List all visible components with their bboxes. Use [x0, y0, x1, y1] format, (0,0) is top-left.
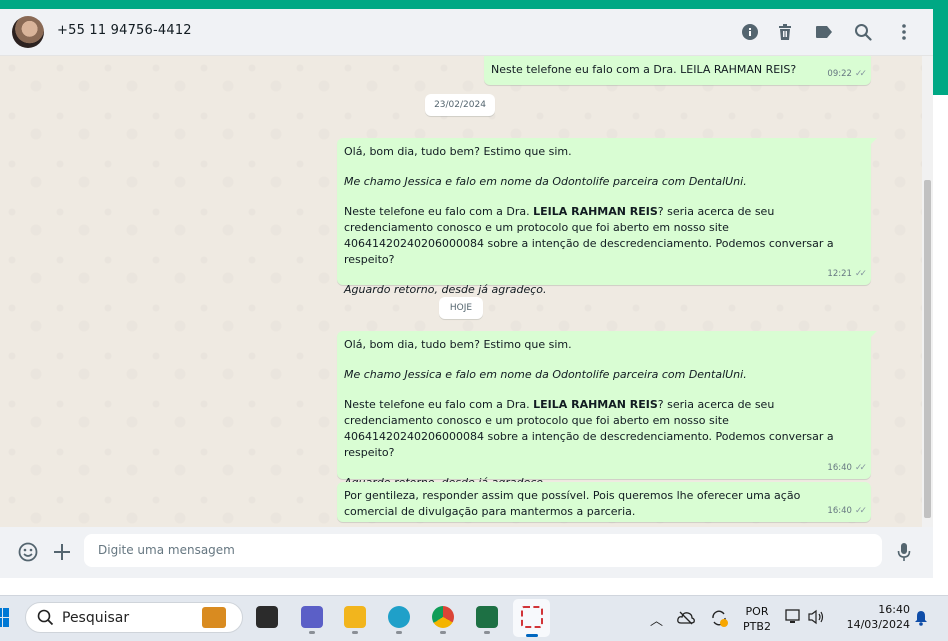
double-check-icon: ✓✓	[854, 463, 867, 473]
double-check-icon: ✓✓	[854, 69, 867, 79]
keyboard-layout: PTB2	[743, 620, 771, 633]
contact-avatar[interactable]	[12, 16, 44, 48]
message-list[interactable]: Neste telefone eu falo com a Dra. LEILA …	[0, 56, 922, 527]
message-closing: Aguardo retorno, desde já agradeço.	[344, 283, 547, 296]
taskbar-search-label: Pesquisar	[62, 609, 130, 626]
window-bottom-gap	[0, 578, 948, 595]
chat-header: +55 11 94756-4412	[0, 9, 933, 56]
message-time: 09:22	[827, 69, 852, 79]
message-bubble[interactable]: Neste telefone eu falo com a Dra. LEILA …	[484, 56, 871, 85]
whatsapp-app: +55 11 94756-4412 Neste telefone eu falo…	[0, 9, 933, 578]
notification-bell-icon[interactable]	[914, 610, 928, 630]
language-code: POR	[745, 605, 769, 618]
message-meta: 12:21 ✓✓	[827, 266, 867, 282]
message-meta: 16:40 ✓✓	[827, 460, 867, 476]
menu-icon[interactable]	[895, 23, 913, 41]
running-indicator	[440, 631, 446, 634]
windows-taskbar: Pesquisar ︿ POR PTB2 16:40 14/03/2024	[0, 595, 948, 641]
bubble-tail	[869, 138, 877, 146]
date-divider-label: 23/02/2024	[434, 100, 486, 110]
message-text: Por gentileza, responder assim que possí…	[344, 489, 804, 518]
message-text: Neste telefone eu falo com a Dra. LEILA …	[491, 63, 797, 76]
snipping-tool-active[interactable]	[513, 599, 550, 637]
message-meta: 16:40 ✓✓	[827, 503, 867, 519]
task-view-icon[interactable]	[256, 606, 278, 628]
message-meta: 09:22 ✓✓	[827, 66, 867, 82]
briefcase-icon	[202, 607, 226, 628]
windows-start-icon[interactable]	[0, 608, 10, 632]
cloud-offline-icon[interactable]	[677, 610, 695, 629]
language-indicator[interactable]: POR PTB2	[740, 604, 774, 634]
running-indicator	[309, 631, 315, 634]
message-body: Neste telefone eu falo com a Dra. LEILA …	[344, 398, 838, 459]
running-indicator	[352, 631, 358, 634]
active-indicator	[526, 634, 538, 637]
message-body: Neste telefone eu falo com a Dra. LEILA …	[344, 205, 838, 266]
attach-plus-icon[interactable]	[53, 543, 71, 565]
chat-scrollbar[interactable]	[922, 56, 933, 527]
teams-icon[interactable]	[301, 606, 323, 628]
date-divider: HOJE	[439, 297, 483, 319]
sync-alert-icon[interactable]	[709, 608, 729, 632]
double-check-icon: ✓✓	[854, 269, 867, 279]
contact-name[interactable]: +55 11 94756-4412	[57, 23, 192, 38]
double-check-icon: ✓✓	[854, 506, 867, 516]
clock-time: 16:40	[878, 603, 910, 616]
chevron-up-icon[interactable]: ︿	[650, 610, 663, 629]
excel-icon[interactable]	[476, 606, 498, 628]
search-icon[interactable]	[854, 23, 872, 41]
message-intro: Me chamo Jessica e falo em nome da Odont…	[344, 175, 747, 188]
date-divider-label: HOJE	[449, 303, 473, 313]
search-icon	[37, 609, 54, 630]
composer: Digite uma mensagem	[0, 527, 933, 578]
message-bubble[interactable]: Por gentileza, responder assim que possí…	[337, 482, 871, 522]
message-input[interactable]: Digite uma mensagem	[84, 534, 882, 567]
network-icon[interactable]	[785, 609, 803, 629]
date-divider: 23/02/2024	[425, 94, 495, 116]
microphone-icon[interactable]	[897, 542, 911, 566]
message-bubble[interactable]: Olá, bom dia, tudo bem? Estimo que sim. …	[337, 138, 877, 296]
emoji-icon[interactable]	[18, 542, 38, 566]
taskbar-search[interactable]: Pesquisar	[25, 602, 243, 633]
running-indicator	[484, 631, 490, 634]
message-greeting: Olá, bom dia, tudo bem? Estimo que sim.	[344, 145, 572, 158]
message-bubble[interactable]: Olá, bom dia, tudo bem? Estimo que sim. …	[337, 331, 877, 489]
chrome-icon[interactable]	[432, 606, 454, 628]
label-icon[interactable]	[815, 23, 833, 41]
info-icon[interactable]	[741, 23, 759, 41]
snipping-tool-icon	[521, 606, 543, 628]
taskbar-clock[interactable]: 16:40 14/03/2024	[838, 602, 910, 632]
clock-date: 14/03/2024	[846, 618, 910, 631]
message-time: 16:40	[827, 463, 852, 473]
edge-icon[interactable]	[388, 606, 410, 628]
running-indicator	[396, 631, 402, 634]
message-time: 16:40	[827, 506, 852, 516]
scrollbar-thumb[interactable]	[924, 180, 931, 518]
message-intro: Me chamo Jessica e falo em nome da Odont…	[344, 368, 747, 381]
trash-icon[interactable]	[776, 23, 794, 41]
file-explorer-icon[interactable]	[344, 606, 366, 628]
message-greeting: Olá, bom dia, tudo bem? Estimo que sim.	[344, 338, 572, 351]
window-top-accent	[0, 0, 948, 9]
bubble-tail	[869, 331, 877, 339]
message-time: 12:21	[827, 269, 852, 279]
window-right-gutter	[933, 95, 948, 595]
volume-icon[interactable]	[808, 609, 826, 629]
window-right-accent	[933, 9, 948, 95]
